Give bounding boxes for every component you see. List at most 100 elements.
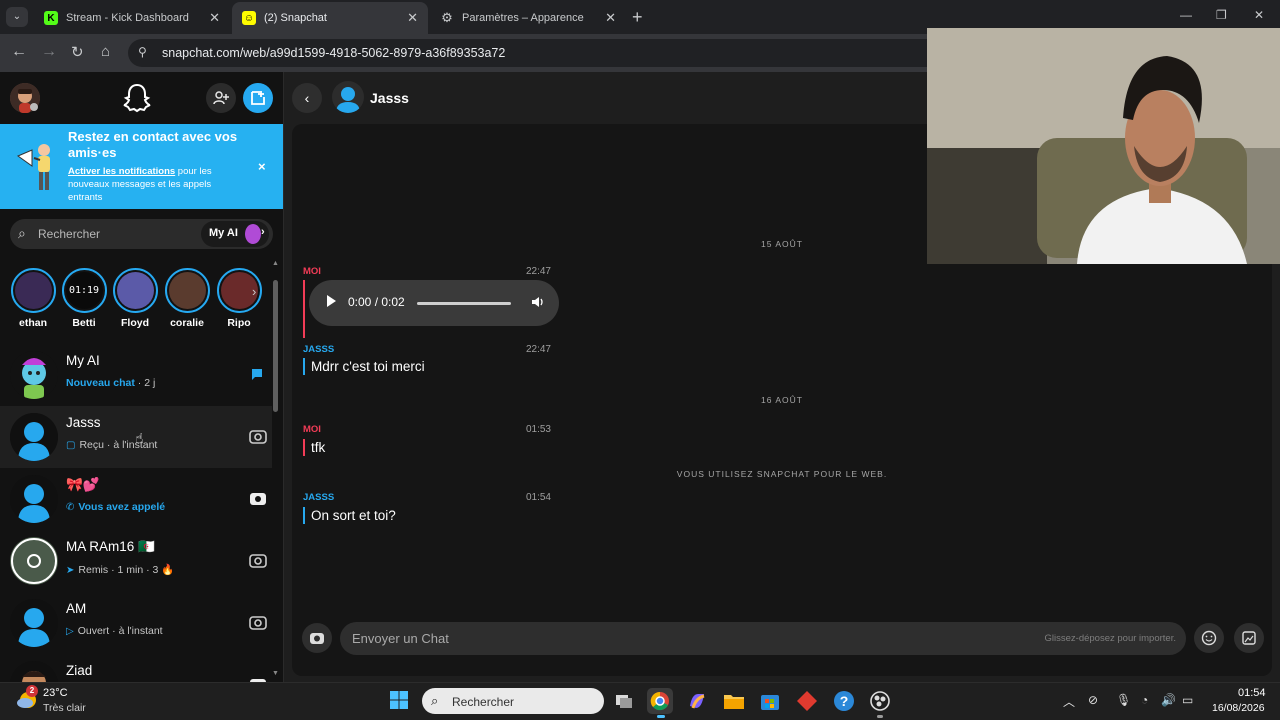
play-icon[interactable] xyxy=(327,295,336,307)
restore-icon[interactable]: ❐ xyxy=(1216,8,1227,22)
temperature[interactable]: 23°C xyxy=(43,687,68,699)
audio-player[interactable]: 0:00 / 0:02 xyxy=(309,280,559,326)
story-betti[interactable]: 01:19 Betti xyxy=(59,268,109,329)
message-text: Mdrr c'est toi merci xyxy=(303,358,425,375)
taskbar-search[interactable]: ⌕ Rechercher xyxy=(422,688,604,714)
volume-icon[interactable]: 🔊 xyxy=(1161,693,1176,707)
stories-next-icon[interactable]: › xyxy=(252,284,256,299)
tab-snapchat[interactable]: ☺ (2) Snapchat ✕ xyxy=(232,2,428,34)
webcam-overlay xyxy=(927,28,1280,264)
chat-name: AM xyxy=(66,601,87,616)
chat-name: My AI xyxy=(66,353,100,368)
story-floyd[interactable]: Floyd xyxy=(110,268,160,329)
sticker-button[interactable] xyxy=(1234,623,1264,653)
composer-camera-button[interactable] xyxy=(302,623,332,653)
clock-date[interactable]: 16/08/2026 xyxy=(1212,702,1265,714)
battery-icon[interactable]: ▭ xyxy=(1182,693,1193,707)
audio-seek-bar[interactable] xyxy=(417,302,511,305)
camera-icon[interactable] xyxy=(248,489,268,507)
message-placeholder: Envoyer un Chat xyxy=(352,631,449,646)
close-tab-icon[interactable]: ✕ xyxy=(209,10,220,26)
opened-icon: ▷ xyxy=(66,626,74,637)
forward-icon[interactable]: → xyxy=(41,43,57,61)
close-tab-icon[interactable]: ✕ xyxy=(605,10,616,26)
windows-start-icon[interactable] xyxy=(389,690,409,710)
close-banner-icon[interactable]: × xyxy=(258,159,266,174)
story-ripo[interactable]: Ripo xyxy=(214,268,264,329)
scroll-down-icon[interactable]: ▼ xyxy=(272,670,279,677)
snapchat-icon: ☺ xyxy=(242,11,256,25)
svg-text:?: ? xyxy=(840,693,849,709)
chat-name: 🎀💕 xyxy=(66,477,100,492)
close-window-icon[interactable]: ✕ xyxy=(1254,8,1264,22)
sidebar-scrollbar[interactable] xyxy=(273,280,278,412)
microsoft-store-icon[interactable] xyxy=(757,688,783,714)
help-icon[interactable]: ? xyxy=(831,688,857,714)
show-hidden-icons[interactable]: ︿ xyxy=(1063,693,1075,710)
reload-icon[interactable]: ↻ xyxy=(71,43,84,61)
tab-search-dropdown-icon[interactable]: ⌄ xyxy=(6,7,28,27)
message-accent-bar xyxy=(303,280,305,338)
search-bar[interactable]: ⌕ Rechercher My AI › xyxy=(10,219,273,249)
message-sender: MOI 22:47 xyxy=(303,266,551,277)
scroll-up-icon[interactable]: ▲ xyxy=(272,260,279,267)
home-icon[interactable]: ⌂ xyxy=(101,43,110,60)
chrome-icon[interactable] xyxy=(647,688,673,714)
message-time: 01:54 xyxy=(525,492,551,503)
new-tab-icon[interactable]: + xyxy=(632,7,643,27)
message-input[interactable]: Envoyer un Chat Glissez-déposez pour imp… xyxy=(340,622,1186,655)
gear-icon: ⚙ xyxy=(441,10,453,25)
app-red-diamond-icon[interactable] xyxy=(794,688,820,714)
my-ai-button[interactable]: My AI › xyxy=(201,221,269,247)
wifi-icon[interactable]: ◔ xyxy=(1141,693,1148,707)
file-explorer-icon[interactable] xyxy=(721,688,747,714)
camera-icon[interactable] xyxy=(248,675,268,682)
story-coralie[interactable]: coralie xyxy=(162,268,212,329)
add-friend-button[interactable] xyxy=(206,83,236,113)
weather-description[interactable]: Très clair xyxy=(43,702,86,714)
chat-row-ziad[interactable]: Ziad xyxy=(0,654,272,682)
chat-row-jasss[interactable]: Jasss ▢ Reçu · à l'instant ☝ xyxy=(0,406,272,468)
back-icon[interactable]: ← xyxy=(11,43,27,61)
network-off-icon[interactable]: ⊘ xyxy=(1088,693,1098,707)
snapchat-ghost-logo[interactable] xyxy=(122,82,152,114)
volume-icon[interactable] xyxy=(531,295,545,309)
notification-banner: Restez en contact avec vos amis·es Activ… xyxy=(0,124,283,209)
camera-icon[interactable] xyxy=(248,551,268,569)
camera-icon[interactable] xyxy=(248,613,268,631)
new-chat-button[interactable] xyxy=(243,83,273,113)
my-ai-avatar xyxy=(10,351,58,399)
emoji-button[interactable] xyxy=(1194,623,1224,653)
profile-avatar[interactable] xyxy=(10,83,40,113)
received-icon: ▢ xyxy=(66,440,76,451)
close-tab-icon[interactable]: ✕ xyxy=(407,10,418,26)
story-ethan[interactable]: ethan xyxy=(8,268,58,329)
bitmoji-placeholder-avatar xyxy=(10,599,58,647)
unread-chat-icon xyxy=(248,365,268,383)
active-app-indicator xyxy=(657,715,665,718)
back-button[interactable]: ‹ xyxy=(292,83,322,113)
chat-row-ma-ram16[interactable]: MA RAm16 🇩🇿 ➤ Remis · 1 min · 3 🔥 xyxy=(0,530,272,592)
microphone-icon[interactable]: 🎙 xyxy=(1116,693,1131,707)
message-time: 22:47 xyxy=(525,266,551,277)
contact-name[interactable]: Jasss xyxy=(370,90,409,106)
date-separator: 16 AOÛT xyxy=(761,395,803,405)
tab-settings[interactable]: ⚙ Paramètres – Apparence ✕ xyxy=(430,2,626,34)
chat-name: Ziad xyxy=(66,663,93,678)
minimize-icon[interactable]: — xyxy=(1180,8,1192,22)
copilot-icon[interactable] xyxy=(684,688,710,714)
contact-avatar[interactable] xyxy=(332,81,364,113)
site-info-icon[interactable]: ⚲ xyxy=(138,45,147,59)
camera-icon[interactable] xyxy=(248,427,268,445)
chat-row-my-ai[interactable]: My AI Nouveau chat · 2 j xyxy=(0,344,272,406)
search-placeholder: Rechercher xyxy=(38,227,101,241)
clock-time[interactable]: 01:54 xyxy=(1238,687,1266,699)
chat-row-bow[interactable]: 🎀💕 ✆ Vous avez appelé xyxy=(0,468,272,530)
obs-icon[interactable] xyxy=(867,688,893,714)
chat-row-am[interactable]: AM ▷ Ouvert · à l'instant xyxy=(0,592,272,654)
chat-name: Jasss xyxy=(66,415,101,430)
story-name: ethan xyxy=(18,317,47,329)
task-view-icon[interactable] xyxy=(611,688,637,714)
enable-notifications-link[interactable]: Activer les notifications xyxy=(68,166,175,177)
tab-kick[interactable]: K Stream - Kick Dashboard ✕ xyxy=(34,2,230,34)
